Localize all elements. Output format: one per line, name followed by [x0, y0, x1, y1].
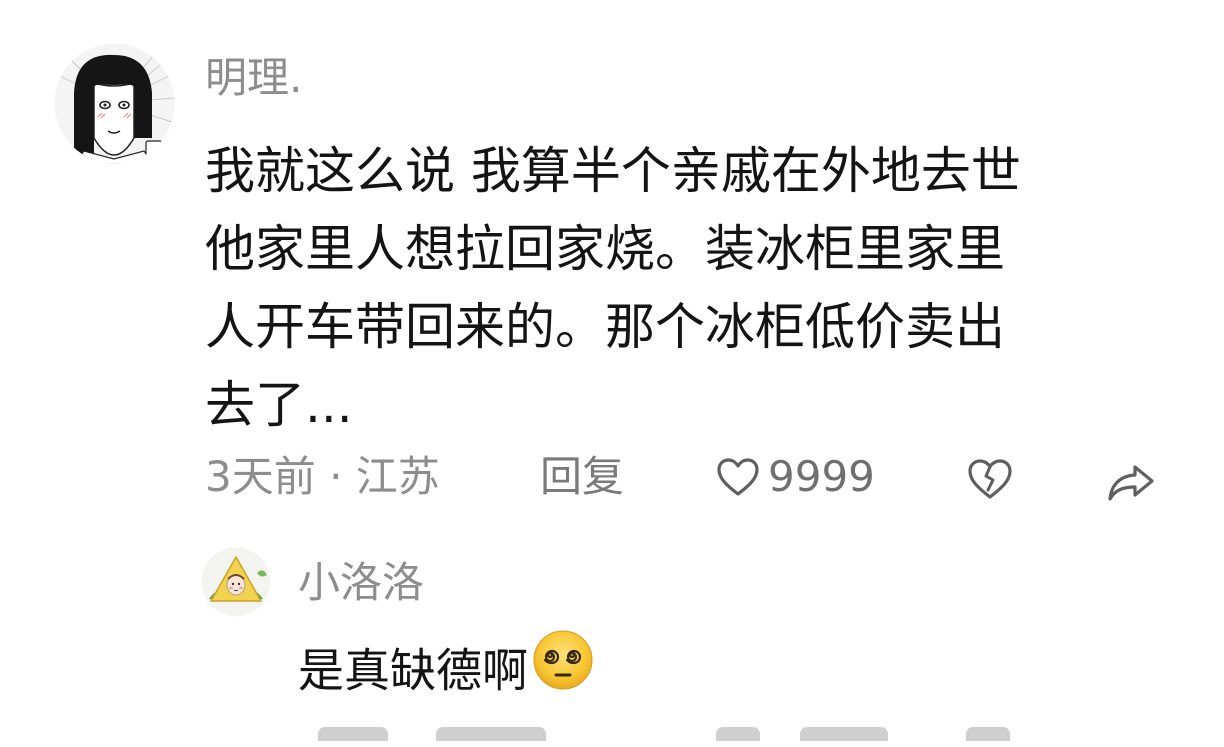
share-button[interactable] [1106, 458, 1156, 520]
heart-outline-icon [717, 458, 759, 496]
comment-body: 我就这么说 我算半个亲戚在外地去世 他家里人想拉回家烧。装冰柜里家里 人开车带回… [205, 132, 1165, 444]
dislike-button[interactable] [966, 456, 1014, 518]
reply-button[interactable]: 回复 [540, 446, 624, 508]
time-location: 3天前 · 江苏 [205, 452, 440, 501]
comment-body-line: 他家里人想拉回家烧。装冰柜里家里 [205, 220, 1005, 278]
share-arrow-icon [1108, 465, 1154, 501]
reply-body-text: 是真缺德啊 [298, 643, 528, 698]
comment-body-line: 人开车带回来的。那个冰柜低价卖出 [205, 298, 1005, 356]
next-meta-like-fragment [716, 727, 760, 741]
comment-body-line: 我就这么说 我算半个亲戚在外地去世 [205, 142, 1021, 200]
reply-item: 小洛洛 是真缺德啊 [0, 535, 1224, 741]
next-meta-time-fragment [318, 727, 388, 741]
rice-dumpling-avatar-icon [201, 547, 271, 617]
reply-user-avatar[interactable] [201, 547, 271, 617]
like-count: 9999 [768, 452, 875, 501]
comment-username[interactable]: 明理. [205, 50, 302, 106]
user-avatar[interactable] [54, 43, 175, 164]
comment-item: 明理. 我就这么说 我算半个亲戚在外地去世 他家里人想拉回家烧。装冰柜里家里 人… [0, 0, 1224, 520]
next-meta-dislike-fragment [966, 727, 1010, 741]
cartoon-girl-avatar-icon [54, 43, 175, 164]
dizzy-face-emoji-icon [532, 629, 594, 711]
comment-meta-bar: 3天前 · 江苏 回复 9999 [0, 446, 1224, 508]
broken-heart-icon [968, 459, 1012, 499]
next-meta-count-fragment [800, 727, 888, 741]
next-meta-reply-fragment [436, 727, 546, 741]
reply-username[interactable]: 小洛洛 [298, 555, 424, 611]
reply-body: 是真缺德啊 [298, 630, 594, 715]
next-meta-bar-partial [0, 727, 1224, 747]
comment-body-line: 去了... [205, 376, 353, 434]
